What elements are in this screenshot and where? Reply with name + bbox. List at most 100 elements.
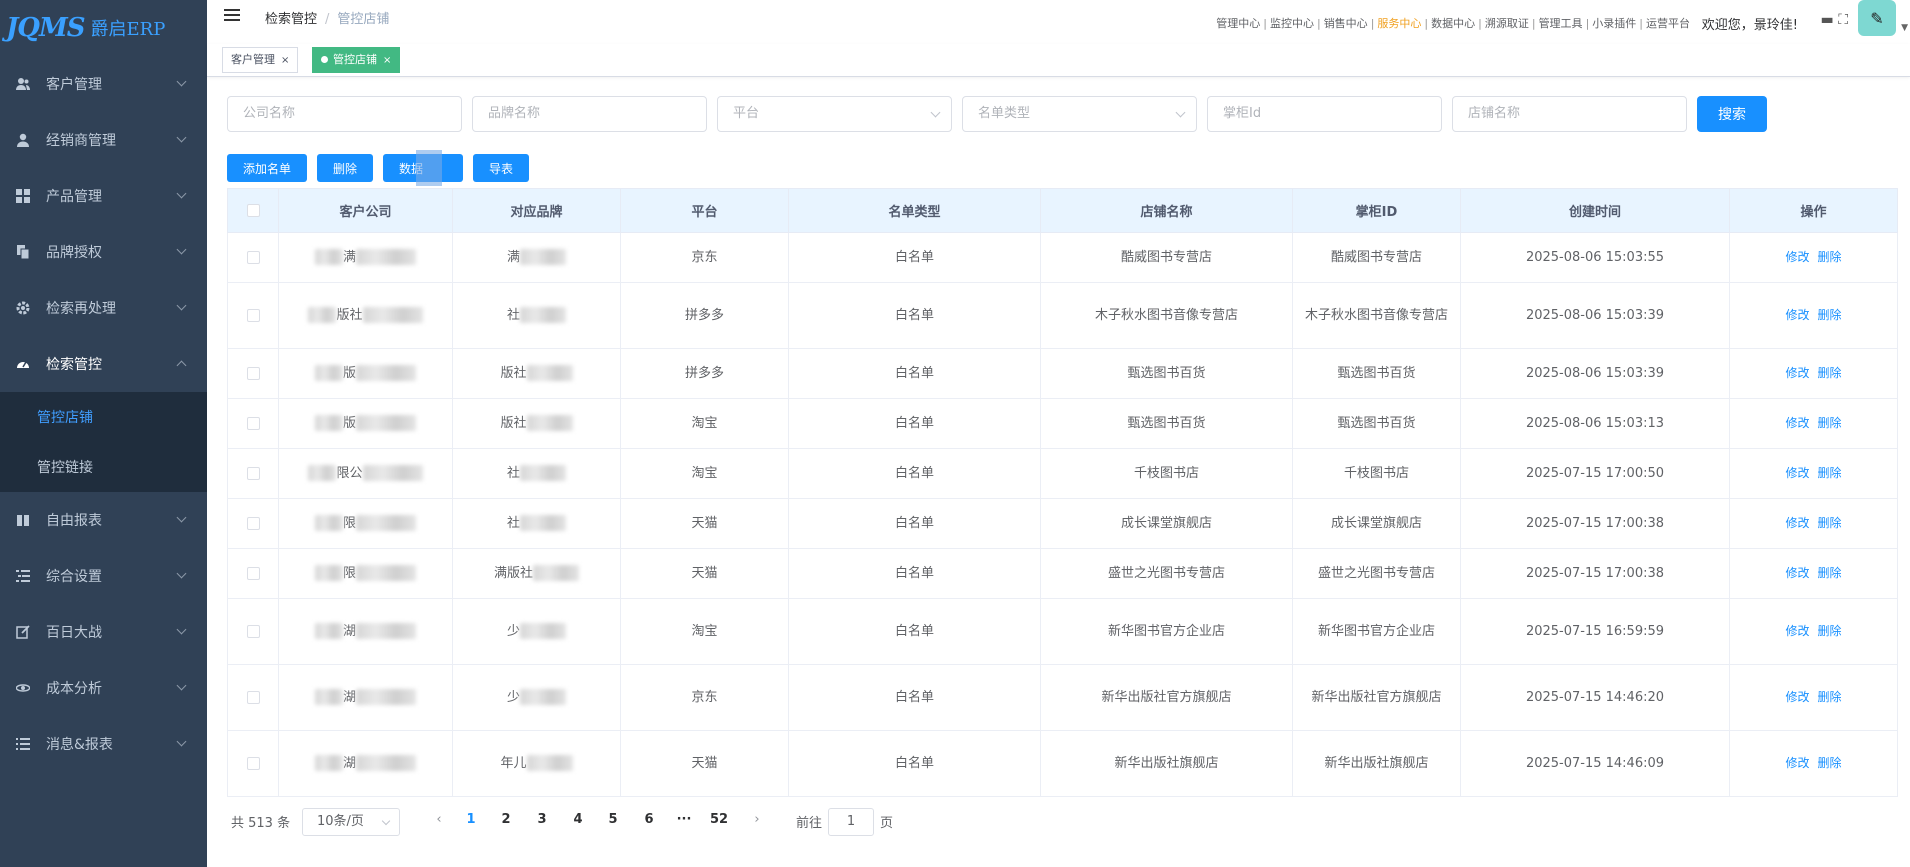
edit-link[interactable]: 修改 <box>1785 250 1809 264</box>
page-52[interactable]: 52 <box>705 812 733 827</box>
topnav-trace[interactable]: 溯源取证 <box>1485 17 1529 30</box>
topnav-service[interactable]: 服务中心 <box>1377 17 1421 30</box>
page-2[interactable]: 2 <box>492 812 520 827</box>
shop-name-input[interactable]: 店铺名称 <box>1452 96 1687 132</box>
shopkeeper-id-input[interactable]: 掌柜Id <box>1207 96 1442 132</box>
delete-link[interactable]: 删除 <box>1818 690 1842 704</box>
sidebar-item-dealer[interactable]: 经销商管理 <box>0 112 207 168</box>
topnav-ops[interactable]: 运营平台 <box>1646 17 1690 30</box>
sidebar-item-customer[interactable]: 客户管理 <box>0 56 207 112</box>
page-1[interactable]: 1 <box>457 812 485 827</box>
sidebar-subitem-control-shop[interactable]: 管控店铺 <box>0 392 207 442</box>
page-size-select[interactable]: 10条/页 <box>302 808 400 836</box>
page-6[interactable]: 6 <box>635 812 663 827</box>
monitor-icon[interactable]: ▬ <box>1821 12 1834 28</box>
cell-shopkeeper-id: 酷威图书专营店 <box>1292 232 1461 283</box>
brand-text: 社 <box>506 465 520 481</box>
delete-button[interactable]: 删除 <box>317 154 373 182</box>
row-checkbox[interactable] <box>246 566 260 580</box>
row-select-cell <box>227 664 279 731</box>
cell-shop-name: 盛世之光图书专营店 <box>1040 548 1293 599</box>
delete-link[interactable]: 删除 <box>1818 250 1842 264</box>
next-page-icon[interactable]: › <box>743 812 771 827</box>
edit-link[interactable]: 修改 <box>1785 624 1809 638</box>
topnav-data[interactable]: 数据中心 <box>1431 17 1475 30</box>
caret-down-icon[interactable]: ▼ <box>1901 23 1908 33</box>
tag-label: 客户管理 <box>231 53 275 66</box>
sidebar-item-messages[interactable]: 消息&报表 <box>0 716 207 772</box>
row-checkbox[interactable] <box>246 466 260 480</box>
brand-input[interactable]: 品牌名称 <box>472 96 707 132</box>
sidebar-item-brand-auth[interactable]: 品牌授权 <box>0 224 207 280</box>
avatar[interactable]: ✎ <box>1858 0 1896 36</box>
company-input[interactable]: 公司名称 <box>227 96 462 132</box>
edit-link[interactable]: 修改 <box>1785 416 1809 430</box>
platform-select[interactable]: 平台 <box>717 96 952 132</box>
edit-link[interactable]: 修改 <box>1785 308 1809 322</box>
export-button[interactable]: 导表 <box>473 154 529 182</box>
select-all-checkbox[interactable] <box>246 204 260 217</box>
edit-link[interactable]: 修改 <box>1785 690 1809 704</box>
edit-link[interactable]: 修改 <box>1785 466 1809 480</box>
delete-link[interactable]: 删除 <box>1818 516 1842 530</box>
header-icons: ▬ ⛶ <box>1821 12 1849 28</box>
row-checkbox[interactable] <box>246 690 260 704</box>
cell-list-type: 白名单 <box>788 448 1041 499</box>
delete-link[interactable]: 删除 <box>1818 466 1842 480</box>
close-icon[interactable]: × <box>281 55 289 66</box>
edit-link[interactable]: 修改 <box>1785 756 1809 770</box>
search-button[interactable]: 搜索 <box>1697 96 1767 132</box>
page-4[interactable]: 4 <box>564 812 592 827</box>
sidebar-item-free-report[interactable]: 自由报表 <box>0 492 207 548</box>
fullscreen-icon[interactable]: ⛶ <box>1838 12 1848 28</box>
tag-customer[interactable]: 客户管理 × <box>222 47 299 73</box>
breadcrumb-current: 管控店铺 <box>337 12 390 27</box>
edit-link[interactable]: 修改 <box>1785 516 1809 530</box>
topnav-monitor[interactable]: 监控中心 <box>1270 17 1314 30</box>
delete-link[interactable]: 删除 <box>1818 366 1842 380</box>
add-list-button[interactable]: 添加名单 <box>227 154 307 182</box>
sidebar-item-cost[interactable]: 成本分析 <box>0 660 207 716</box>
breadcrumb-item[interactable]: 检索管控 <box>265 12 317 27</box>
blurred-region <box>416 150 442 186</box>
cell-shop-name: 木子秋水图书音像专营店 <box>1040 282 1293 349</box>
topnav-plugin[interactable]: 小录插件 <box>1592 17 1636 30</box>
delete-link[interactable]: 删除 <box>1818 416 1842 430</box>
cell-shopkeeper-id: 新华出版社官方旗舰店 <box>1292 664 1461 731</box>
delete-link[interactable]: 删除 <box>1818 566 1842 580</box>
topnav-tools[interactable]: 管理工具 <box>1539 17 1583 30</box>
page-3[interactable]: 3 <box>528 812 556 827</box>
tag-control-shop[interactable]: 管控店铺 × <box>312 47 401 73</box>
sidebar-item-settings[interactable]: 综合设置 <box>0 548 207 604</box>
row-checkbox[interactable] <box>246 624 260 638</box>
sidebar-item-hundred-days[interactable]: 百日大战 <box>0 604 207 660</box>
cell-operations: 修改 删除 <box>1729 498 1898 549</box>
row-checkbox[interactable] <box>246 366 260 380</box>
row-checkbox[interactable] <box>246 756 260 770</box>
close-icon[interactable]: × <box>383 55 391 66</box>
row-checkbox[interactable] <box>246 308 260 322</box>
delete-link[interactable]: 删除 <box>1818 756 1842 770</box>
hamburger-icon[interactable] <box>224 9 240 23</box>
delete-link[interactable]: 删除 <box>1818 624 1842 638</box>
goto-page-input[interactable]: 1 <box>828 808 874 836</box>
sidebar-item-reprocess[interactable]: 检索再处理 <box>0 280 207 336</box>
list-icon <box>16 737 30 751</box>
list-type-select[interactable]: 名单类型 <box>962 96 1197 132</box>
sidebar-item-product[interactable]: 产品管理 <box>0 168 207 224</box>
page-ellipsis[interactable]: ··· <box>670 812 698 827</box>
prev-page-icon[interactable]: ‹ <box>425 812 453 827</box>
page-5[interactable]: 5 <box>599 812 627 827</box>
row-select-cell <box>227 498 279 549</box>
topnav-sales[interactable]: 销售中心 <box>1324 17 1368 30</box>
edit-link[interactable]: 修改 <box>1785 566 1809 580</box>
topnav-management[interactable]: 管理中心 <box>1216 17 1260 30</box>
row-checkbox[interactable] <box>246 416 260 430</box>
row-checkbox[interactable] <box>246 250 260 264</box>
delete-link[interactable]: 删除 <box>1818 308 1842 322</box>
sidebar-item-control[interactable]: 检索管控 <box>0 336 207 392</box>
sidebar-subitem-control-link[interactable]: 管控链接 <box>0 442 207 492</box>
edit-link[interactable]: 修改 <box>1785 366 1809 380</box>
company-text: 限公 <box>336 465 363 481</box>
row-checkbox[interactable] <box>246 516 260 530</box>
